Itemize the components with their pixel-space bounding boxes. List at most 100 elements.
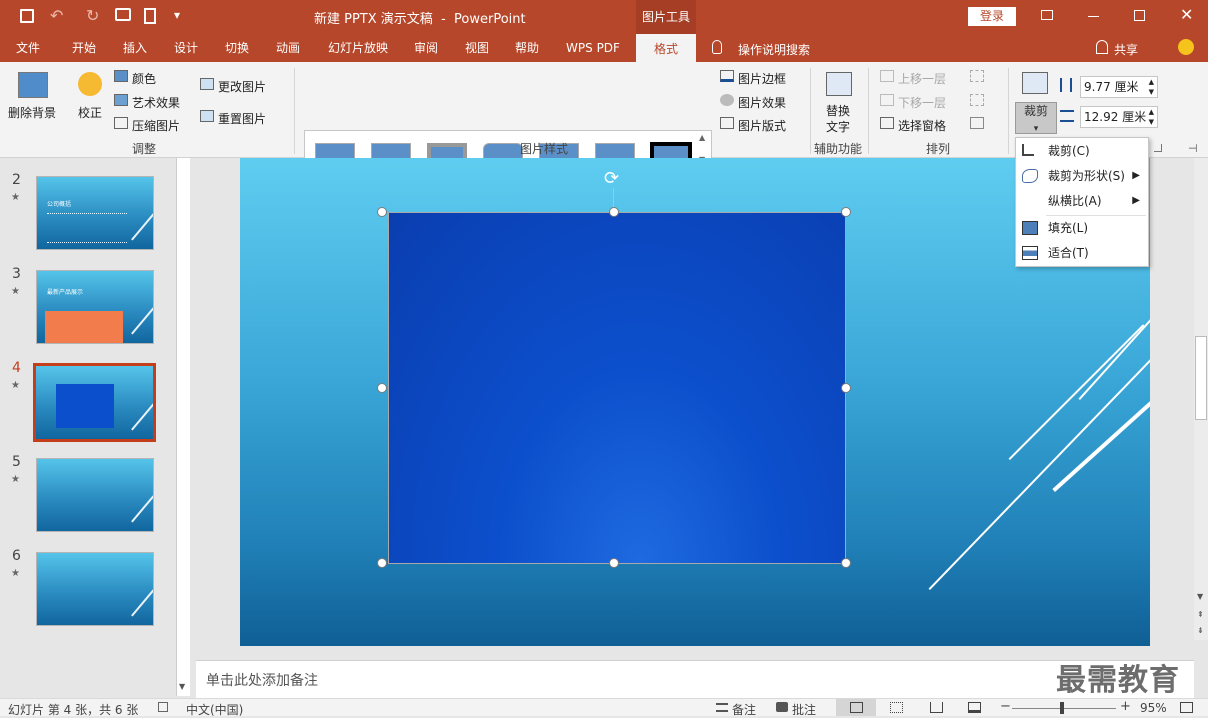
height-icon	[1060, 78, 1072, 92]
slideshow-icon[interactable]	[968, 702, 981, 713]
resize-handle[interactable]	[377, 207, 387, 217]
comments-button[interactable]: 批注	[792, 701, 816, 718]
tab-slideshow[interactable]: 幻灯片放映	[318, 34, 398, 62]
zoom-out-icon[interactable]: −	[1000, 699, 1011, 714]
scroll-down-icon[interactable]: ▼	[179, 682, 185, 691]
slide-sorter-icon[interactable]	[890, 702, 903, 713]
next-slide-icon[interactable]: ⇟	[1197, 626, 1204, 635]
presenter-icon[interactable]	[115, 8, 131, 21]
customize-qat-icon[interactable]: ▾	[174, 8, 180, 22]
transition-star-icon: ★	[11, 568, 20, 579]
menu-item-crop-to-shape[interactable]: 裁剪为形状(S) ▶	[1016, 164, 1148, 188]
compress-pictures-button[interactable]: 压缩图片	[132, 117, 180, 134]
reading-view-icon[interactable]	[930, 702, 943, 713]
resize-handle[interactable]	[609, 558, 619, 568]
zoom-slider-thumb[interactable]	[1060, 702, 1064, 714]
resize-handle[interactable]	[377, 558, 387, 568]
slide-thumb-6[interactable]	[36, 552, 154, 626]
zoom-level[interactable]: 95%	[1140, 701, 1167, 715]
undo-icon[interactable]: ↶	[50, 6, 63, 25]
crop-button[interactable]: 裁剪 ▾	[1015, 102, 1057, 134]
group-icon[interactable]	[970, 94, 984, 106]
tab-help[interactable]: 帮助	[506, 34, 548, 62]
rotate-handle-icon[interactable]: ⟳	[604, 168, 619, 189]
picture-border-button[interactable]: 图片边框	[738, 70, 786, 87]
size-dialog-launcher-icon[interactable]	[1154, 144, 1162, 152]
share-button[interactable]: 共享	[1114, 41, 1138, 58]
save-icon[interactable]	[20, 9, 34, 23]
tab-animations[interactable]: 动画	[266, 34, 310, 62]
color-button[interactable]: 颜色	[132, 70, 156, 87]
slide-thumb-5[interactable]	[36, 458, 154, 532]
reset-picture-button[interactable]: 重置图片	[218, 110, 266, 127]
tab-design[interactable]: 设计	[164, 34, 208, 62]
alt-text-button-line1[interactable]: 替换	[826, 102, 850, 119]
resize-handle[interactable]	[841, 383, 851, 393]
artistic-effects-button[interactable]: 艺术效果	[132, 94, 180, 111]
selection-pane-button[interactable]: 选择窗格	[898, 117, 946, 134]
remove-background-button[interactable]: 删除背景	[8, 104, 56, 121]
previous-slide-icon[interactable]: ⇞	[1197, 610, 1204, 619]
spell-check-icon[interactable]	[158, 702, 168, 712]
send-backward-button[interactable]: 下移一层	[898, 94, 946, 111]
menu-item-fit[interactable]: 适合(T)	[1016, 241, 1148, 265]
tab-file[interactable]: 文件	[8, 34, 48, 62]
menu-item-crop[interactable]: 裁剪(C)	[1016, 139, 1148, 163]
fit-to-window-icon[interactable]	[1180, 702, 1193, 713]
gallery-scroll-up-icon[interactable]: ▲	[699, 133, 705, 142]
slide-thumb-2[interactable]: 公司概括	[36, 176, 154, 250]
width-field[interactable]: 12.92 厘米 ▲ ▼	[1080, 106, 1158, 128]
tab-transitions[interactable]: 切换	[216, 34, 258, 62]
pin-ribbon-icon[interactable]: ⊣	[1188, 142, 1198, 155]
zoom-slider[interactable]	[1012, 708, 1116, 709]
vertical-scrollbar[interactable]: ▼ ⇞ ⇟	[1194, 158, 1208, 640]
tell-me-search[interactable]: 操作说明搜索	[738, 41, 810, 58]
tab-view[interactable]: 视图	[456, 34, 498, 62]
height-spin-icon[interactable]: ▲ ▼	[1149, 77, 1154, 97]
tab-format[interactable]: 格式	[636, 34, 696, 62]
redo-icon[interactable]: ↻	[86, 6, 99, 25]
group-label-arrange: 排列	[926, 142, 951, 156]
notes-pane[interactable]: 单击此处添加备注 最需教育	[196, 660, 1194, 698]
scroll-thumb[interactable]	[1195, 336, 1207, 420]
rotate-icon[interactable]	[970, 117, 984, 129]
resize-handle[interactable]	[841, 558, 851, 568]
slide-thumb-4[interactable]	[33, 363, 156, 442]
slide-thumb-3[interactable]: 最新产品展示	[36, 270, 154, 344]
width-spin-icon[interactable]: ▲ ▼	[1149, 107, 1154, 127]
height-field[interactable]: 9.77 厘米 ▲ ▼	[1080, 76, 1158, 98]
new-file-icon[interactable]	[144, 8, 156, 24]
scroll-down-icon[interactable]: ▼	[1197, 592, 1203, 601]
alt-text-button-line2[interactable]: 文字	[826, 118, 850, 135]
tab-review[interactable]: 审阅	[406, 34, 446, 62]
tab-wps-pdf[interactable]: WPS PDF	[556, 34, 630, 62]
ribbon-display-icon[interactable]	[1041, 10, 1053, 20]
zoom-in-icon[interactable]: +	[1120, 699, 1131, 714]
reset-picture-icon	[200, 110, 214, 122]
language-indicator[interactable]: 中文(中国)	[186, 701, 243, 718]
smiley-icon[interactable]	[1178, 39, 1194, 55]
correct-button[interactable]: 校正	[78, 104, 102, 121]
thumbnail-scrollbar[interactable]	[176, 158, 190, 696]
transition-star-icon: ★	[11, 192, 20, 203]
notes-button[interactable]: 备注	[732, 701, 756, 718]
menu-item-aspect-ratio[interactable]: 纵横比(A) ▶	[1016, 189, 1148, 213]
menu-item-fill[interactable]: 填充(L)	[1016, 216, 1148, 240]
resize-handle[interactable]	[377, 383, 387, 393]
selected-picture[interactable]	[388, 212, 846, 564]
change-picture-button[interactable]: 更改图片	[218, 78, 266, 95]
resize-handle[interactable]	[609, 207, 619, 217]
decor-line	[131, 395, 153, 431]
bring-forward-button[interactable]: 上移一层	[898, 70, 946, 87]
minimize-icon[interactable]	[1088, 16, 1099, 17]
tab-home[interactable]: 开始	[62, 34, 106, 62]
tab-insert[interactable]: 插入	[114, 34, 156, 62]
picture-effects-button[interactable]: 图片效果	[738, 94, 786, 111]
login-button[interactable]: 登录	[968, 7, 1016, 26]
resize-handle[interactable]	[841, 207, 851, 217]
picture-layout-button[interactable]: 图片版式	[738, 117, 786, 134]
group-label-accessibility: 辅助功能	[814, 142, 863, 156]
maximize-icon[interactable]	[1134, 10, 1145, 21]
close-icon[interactable]: ✕	[1180, 5, 1193, 24]
align-icon[interactable]	[970, 70, 984, 82]
